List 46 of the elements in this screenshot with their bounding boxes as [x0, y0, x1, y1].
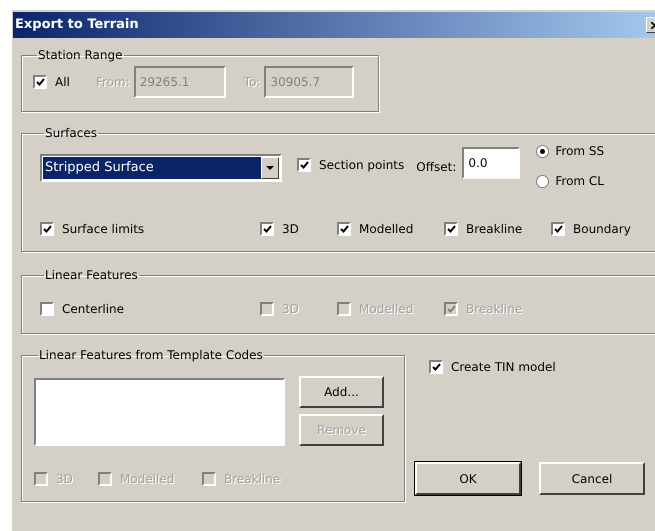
- checkbox[interactable]: [337, 222, 351, 236]
- check-icon: [446, 225, 456, 233]
- check-icon: [446, 305, 456, 313]
- checkbox[interactable]: [551, 222, 565, 236]
- dialog-button[interactable]: OK: [415, 462, 521, 495]
- caret-icon: [266, 166, 274, 170]
- dropdown-value: Stripped Surface: [43, 157, 261, 179]
- checkbox-label: All: [55, 74, 70, 91]
- list-button[interactable]: Add...: [299, 376, 384, 408]
- check-icon: [340, 225, 348, 233]
- checkbox[interactable]: [260, 222, 274, 236]
- checkbox-label: Centerline: [62, 301, 124, 318]
- checkbox[interactable]: [444, 222, 458, 236]
- code-list-box[interactable]: [34, 378, 285, 446]
- checkbox[interactable]: [297, 158, 311, 172]
- check-icon: [36, 78, 44, 86]
- check-icon: [300, 161, 308, 169]
- checkbox-label: Boundary: [573, 221, 631, 238]
- check-icon: [554, 225, 562, 233]
- radio-label: From SS: [555, 143, 604, 160]
- group-title: Linear Features: [44, 267, 139, 284]
- text-field[interactable]: 0.0: [462, 147, 520, 179]
- group-title: Station Range: [37, 47, 124, 64]
- checkbox-label: Breakline: [466, 221, 522, 238]
- checkbox[interactable]: [429, 360, 443, 374]
- checkbox-label: Modelled: [359, 221, 414, 238]
- checkbox[interactable]: [33, 75, 47, 89]
- window-title: Export to Terrain: [15, 16, 139, 34]
- dialog-button[interactable]: Cancel: [539, 462, 645, 495]
- group-title: Surfaces: [44, 125, 98, 142]
- check-icon: [432, 363, 440, 371]
- radio-label: From CL: [555, 173, 604, 190]
- dropdown-arrow-button[interactable]: [261, 157, 279, 179]
- checkbox-label: 3D: [282, 221, 299, 238]
- check-icon: [262, 225, 272, 233]
- surface-dropdown[interactable]: Stripped Surface: [40, 154, 282, 182]
- check-icon: [42, 225, 52, 233]
- checkbox-label: Surface limits: [62, 221, 144, 238]
- checkbox-label: Section points: [319, 157, 404, 174]
- checkbox-label: Create TIN model: [451, 359, 556, 376]
- radio-button[interactable]: [536, 144, 550, 158]
- checkbox[interactable]: [40, 222, 54, 236]
- checkbox[interactable]: [40, 302, 54, 316]
- field-label: Offset:: [416, 159, 456, 176]
- group-title: Linear Features from Template Codes: [38, 347, 264, 364]
- radio-button[interactable]: [536, 174, 550, 188]
